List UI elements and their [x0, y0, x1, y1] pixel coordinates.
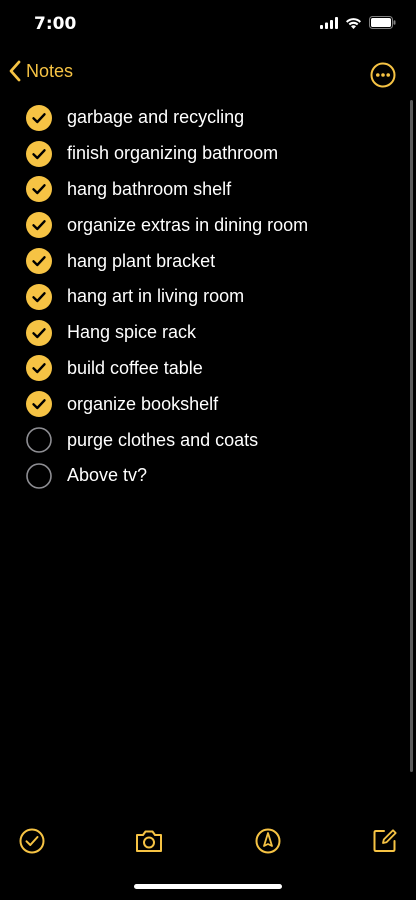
markup-button[interactable]: [253, 826, 283, 856]
checklist-item: hang bathroom shelf: [0, 172, 400, 208]
checklist-item: organize extras in dining room: [0, 207, 400, 243]
checklist: garbage and recycling finish organizing b…: [0, 100, 400, 494]
status-icons: [320, 16, 396, 29]
checklist-item-text[interactable]: purge clothes and coats: [67, 430, 258, 451]
status-time: 7:00: [34, 14, 77, 34]
unchecked-circle-icon[interactable]: [26, 463, 52, 489]
home-indicator[interactable]: [134, 884, 282, 889]
checklist-item-text[interactable]: finish organizing bathroom: [67, 143, 278, 164]
checklist-item-text[interactable]: organize extras in dining room: [67, 215, 308, 236]
checked-circle-icon[interactable]: [26, 283, 52, 310]
camera-icon: [136, 830, 162, 852]
compose-icon: [373, 829, 397, 852]
camera-button[interactable]: [134, 826, 164, 856]
checked-circle-icon[interactable]: [26, 248, 52, 275]
checklist-item-text[interactable]: garbage and recycling: [67, 107, 244, 128]
markup-icon: [255, 828, 281, 854]
checklist-button[interactable]: [17, 826, 47, 856]
checklist-item: hang plant bracket: [0, 243, 400, 279]
checklist-item: Above tv?: [0, 458, 400, 494]
checklist-item: Hang spice rack: [0, 315, 400, 351]
checked-circle-icon[interactable]: [26, 391, 52, 418]
cellular-signal-icon: [320, 16, 338, 29]
checked-circle-icon[interactable]: [26, 104, 52, 131]
checklist-item: organize bookshelf: [0, 386, 400, 422]
checked-circle-icon[interactable]: [26, 212, 52, 239]
checklist-item-text[interactable]: build coffee table: [67, 358, 203, 379]
checklist-item: build coffee table: [0, 351, 400, 387]
scrollbar[interactable]: [410, 100, 413, 772]
checked-circle-icon[interactable]: [26, 319, 52, 346]
chevron-left-icon: [9, 60, 21, 82]
checklist-item: hang art in living room: [0, 279, 400, 315]
checklist-item: garbage and recycling: [0, 100, 400, 136]
checklist-item-text[interactable]: Above tv?: [67, 465, 147, 486]
unchecked-circle-icon[interactable]: [26, 427, 52, 453]
status-bar: 7:00: [0, 0, 416, 48]
checked-circle-icon[interactable]: [26, 176, 52, 203]
battery-icon: [369, 16, 396, 29]
checklist-item-text[interactable]: hang plant bracket: [67, 251, 215, 272]
back-button[interactable]: Notes: [8, 60, 73, 82]
checklist-item-text[interactable]: organize bookshelf: [67, 394, 218, 415]
checked-circle-icon[interactable]: [26, 140, 52, 167]
back-label: Notes: [26, 60, 74, 81]
ellipsis-circle-icon: [370, 62, 396, 88]
wifi-icon: [346, 17, 361, 29]
checklist-item: finish organizing bathroom: [0, 136, 400, 172]
bottom-toolbar: [0, 826, 416, 858]
checklist-item-text[interactable]: hang bathroom shelf: [67, 179, 231, 200]
checklist-item-text[interactable]: hang art in living room: [67, 286, 244, 307]
nav-bar: Notes: [0, 56, 416, 92]
checklist-icon: [19, 828, 45, 854]
checklist-item-text[interactable]: Hang spice rack: [67, 322, 196, 343]
more-options-button[interactable]: [370, 62, 396, 88]
checked-circle-icon[interactable]: [26, 355, 52, 382]
compose-button[interactable]: [370, 826, 400, 856]
checklist-item: purge clothes and coats: [0, 422, 400, 458]
